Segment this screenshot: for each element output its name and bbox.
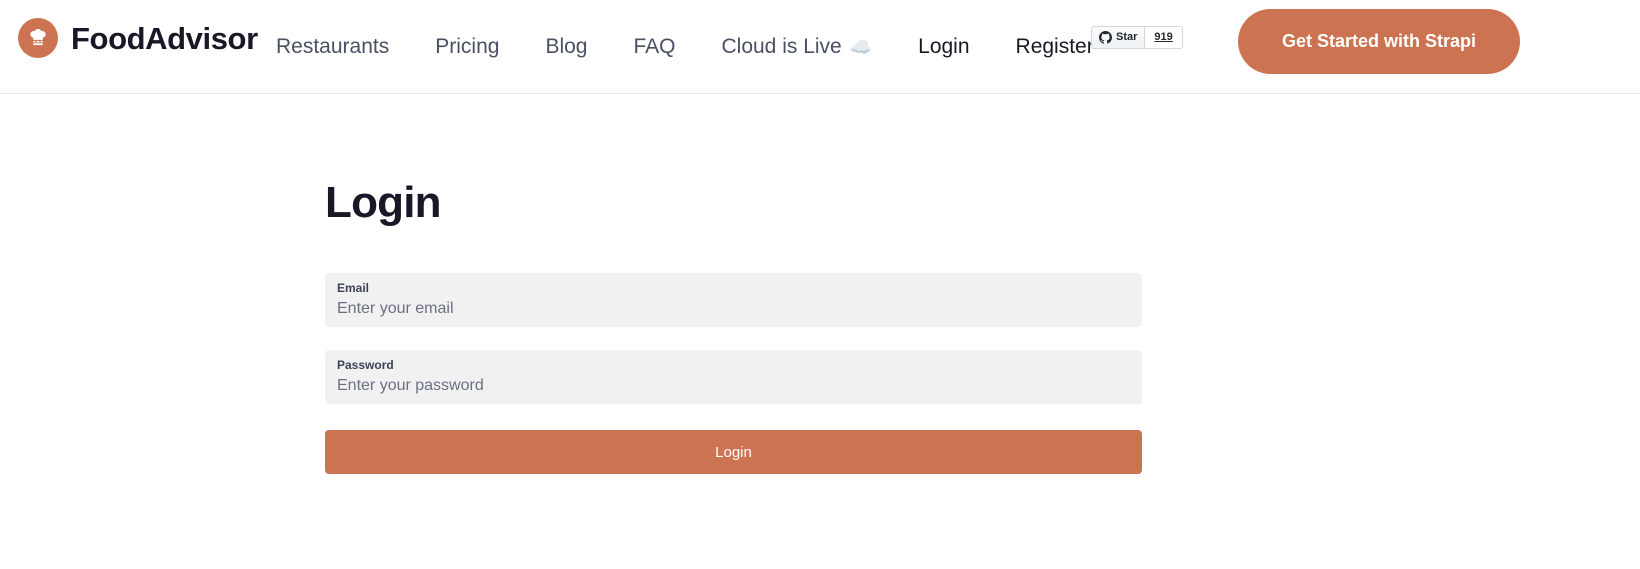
password-field-label: Password (337, 358, 1130, 373)
site-header: FoodAdvisor Restaurants Pricing Blog FAQ… (0, 0, 1640, 94)
nav-item-blog[interactable]: Blog (545, 36, 587, 57)
email-field[interactable]: Email (325, 273, 1142, 327)
login-panel: Login Email Password Login (325, 181, 1142, 474)
nav-item-restaurants[interactable]: Restaurants (276, 36, 389, 57)
brand-name: FoodAdvisor (71, 23, 258, 54)
page-title: Login (325, 181, 1142, 225)
nav-item-register[interactable]: Register (1016, 36, 1094, 57)
cloud-icon: ☁️ (850, 38, 872, 56)
chef-hat-icon (18, 18, 58, 58)
github-octocat-icon (1099, 31, 1112, 44)
email-field-label: Email (337, 281, 1130, 296)
nav-item-faq[interactable]: FAQ (633, 36, 675, 57)
brand-logo-link[interactable]: FoodAdvisor (18, 18, 258, 58)
nav-item-login[interactable]: Login (918, 36, 969, 57)
password-input[interactable] (337, 376, 1130, 395)
github-star-count[interactable]: 919 (1145, 26, 1182, 49)
github-star-widget: Star 919 (1091, 26, 1183, 49)
login-submit-button[interactable]: Login (325, 430, 1142, 474)
github-star-label: Star (1116, 32, 1137, 43)
email-input[interactable] (337, 299, 1130, 318)
nav-item-cloud-label: Cloud is Live (721, 36, 841, 57)
login-form: Email Password Login (325, 273, 1142, 474)
get-started-cta-button[interactable]: Get Started with Strapi (1238, 9, 1520, 74)
main-nav: Restaurants Pricing Blog FAQ Cloud is Li… (276, 0, 1094, 93)
github-star-button[interactable]: Star (1091, 26, 1145, 49)
nav-item-cloud-is-live[interactable]: Cloud is Live ☁️ (721, 36, 872, 57)
nav-item-pricing[interactable]: Pricing (435, 36, 499, 57)
page-main: Login Email Password Login (0, 94, 1640, 569)
password-field[interactable]: Password (325, 350, 1142, 404)
